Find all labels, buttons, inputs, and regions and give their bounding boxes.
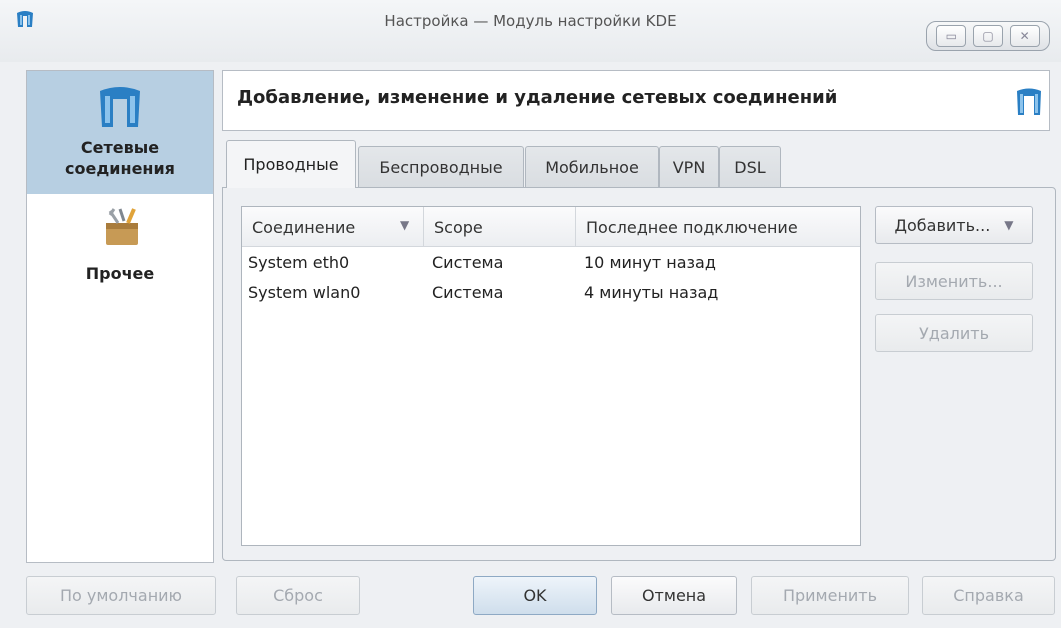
add-button[interactable]: Добавить... ▼ — [875, 206, 1033, 244]
sidebar-item-network[interactable]: Сетевые соединения — [27, 71, 213, 194]
window-controls: ▭ ▢ ✕ — [926, 21, 1050, 51]
help-button[interactable]: Справка — [922, 576, 1055, 615]
tab-dsl[interactable]: DSL — [719, 146, 781, 187]
table-header: Соединение ▼ Scope Последнее подключение — [242, 207, 860, 247]
tab-wired[interactable]: Проводные — [226, 140, 356, 188]
edit-button[interactable]: Изменить... — [875, 262, 1033, 300]
connections-table[interactable]: Соединение ▼ Scope Последнее подключение… — [241, 206, 861, 546]
network-icon — [1017, 88, 1041, 115]
window-title: Настройка — Модуль настройки KDE — [384, 12, 677, 30]
table-row[interactable]: System wlan0 Система 4 минуты назад — [242, 281, 860, 305]
chevron-down-icon: ▼ — [1004, 218, 1014, 232]
defaults-button[interactable]: По умолчанию — [26, 576, 216, 615]
ok-button[interactable]: OK — [473, 576, 597, 615]
page-header: Добавление, изменение и удаление сетевых… — [222, 70, 1050, 131]
cell-last-connected: 10 минут назад — [584, 253, 716, 272]
table-row[interactable]: System eth0 Система 10 минут назад — [242, 251, 860, 275]
tab-panel: Соединение ▼ Scope Последнее подключение… — [222, 187, 1056, 561]
tab-vpn[interactable]: VPN — [659, 146, 719, 187]
title-bar: Настройка — Модуль настройки KDE ▭ ▢ ✕ — [0, 0, 1061, 62]
sort-arrow-icon: ▼ — [400, 218, 410, 232]
column-header-connection[interactable]: Соединение ▼ — [242, 207, 424, 247]
sidebar-item-label: Сетевые — [80, 138, 160, 157]
column-header-scope[interactable]: Scope — [424, 207, 576, 247]
network-icon — [100, 87, 140, 127]
tab-wireless[interactable]: Беспроводные — [358, 146, 524, 187]
minimize-icon[interactable]: ▭ — [936, 25, 967, 47]
tab-mobile[interactable]: Мобильное — [525, 146, 659, 187]
cell-scope: Система — [432, 283, 504, 302]
apply-button[interactable]: Применить — [751, 576, 909, 615]
cell-scope: Система — [432, 253, 504, 272]
page-title: Добавление, изменение и удаление сетевых… — [237, 87, 838, 108]
column-header-last-connected[interactable]: Последнее подключение — [576, 207, 860, 247]
cell-connection: System wlan0 — [248, 283, 361, 302]
delete-button[interactable]: Удалить — [875, 314, 1033, 352]
cell-connection: System eth0 — [248, 253, 350, 272]
sidebar: Сетевые соединения Прочее — [26, 70, 214, 563]
reset-button[interactable]: Сброс — [236, 576, 360, 615]
tools-icon[interactable] — [100, 205, 144, 249]
close-icon[interactable]: ✕ — [1009, 25, 1040, 47]
cell-last-connected: 4 минуты назад — [584, 283, 719, 302]
sidebar-item-label: соединения — [65, 159, 175, 178]
sidebar-item-other[interactable]: Прочее — [27, 263, 213, 284]
maximize-icon[interactable]: ▢ — [972, 25, 1003, 47]
cancel-button[interactable]: Отмена — [611, 576, 737, 615]
